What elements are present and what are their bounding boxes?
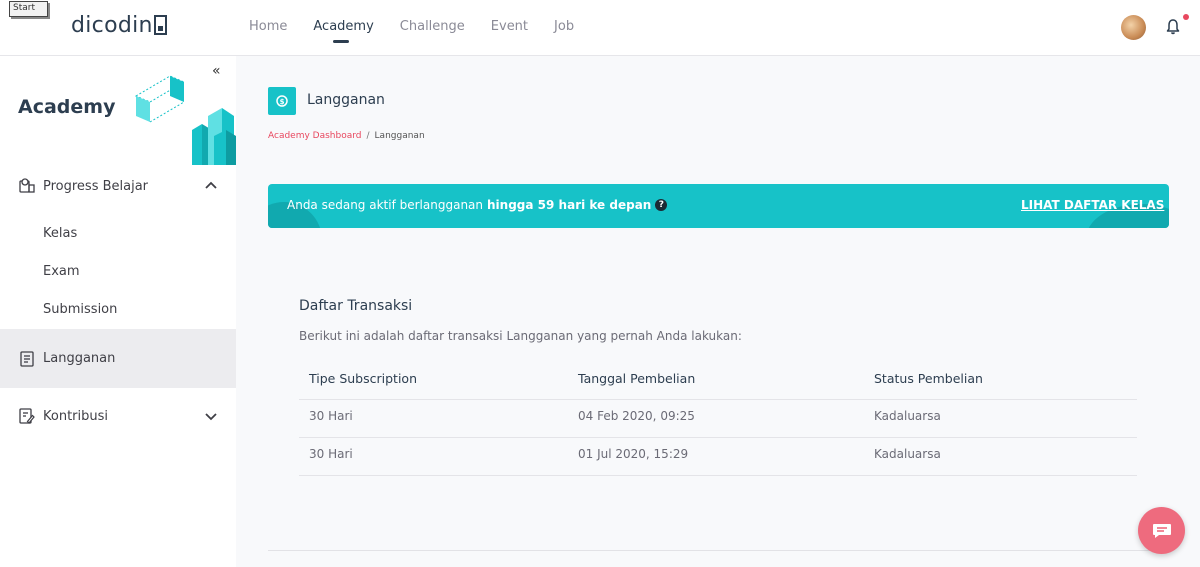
main-nav: Home Academy Challenge Event Job <box>249 0 600 56</box>
nav-challenge[interactable]: Challenge <box>400 0 465 56</box>
table-cell: 30 Hari <box>309 409 353 423</box>
main-content: $ Langganan Academy Dashboard / Langganan … <box>236 56 1200 567</box>
start-tag: Start <box>9 1 48 17</box>
transactions-description: Berikut ini adalah daftar transaksi Lang… <box>299 329 742 343</box>
transactions-table: Tipe Subscription Tanggal Pembelian Stat… <box>299 362 1137 476</box>
document-icon <box>20 350 34 367</box>
progress-icon <box>19 178 35 193</box>
table-cell: 04 Feb 2020, 09:25 <box>578 409 695 423</box>
banner-strong-text: hingga 59 hari ke depan <box>487 198 652 212</box>
chevron-down-icon[interactable] <box>203 408 219 424</box>
sidebar-item-label: Langganan <box>43 351 116 366</box>
breadcrumb-current: Langganan <box>374 131 425 141</box>
academy-illustration-icon <box>134 75 236 165</box>
breadcrumb-academy-dashboard[interactable]: Academy Dashboard <box>268 131 362 141</box>
column-header: Tipe Subscription <box>309 371 417 386</box>
nav-academy[interactable]: Academy <box>313 0 374 56</box>
table-cell: Kadaluarsa <box>874 409 941 423</box>
sidebar-subitem-exam[interactable]: Exam <box>43 264 80 279</box>
svg-text:$: $ <box>280 98 285 106</box>
breadcrumb: Academy Dashboard / Langganan <box>268 131 425 141</box>
bell-icon[interactable] <box>1163 17 1183 37</box>
view-class-list-link[interactable]: LIHAT DAFTAR KELAS <box>1021 198 1164 212</box>
chat-icon <box>1152 523 1171 538</box>
sidebar-item-label: Progress Belajar <box>43 178 149 194</box>
transactions-title: Daftar Transaksi <box>299 298 413 314</box>
user-avatar[interactable] <box>1121 15 1146 40</box>
sidebar-item-label: Kontribusi <box>43 408 108 424</box>
table-row: 30 Hari 04 Feb 2020, 09:25 Kadaluarsa <box>299 400 1137 438</box>
banner-message: Anda sedang aktif berlangganan hingga 59… <box>287 198 668 212</box>
sidebar: « Academy Progress Belajar Kelas Exam Su… <box>0 56 236 567</box>
top-header: dicodin Home Academy Challenge Event Job <box>0 0 1200 56</box>
contribution-icon <box>19 408 35 424</box>
divider <box>268 550 1169 551</box>
table-header-row: Tipe Subscription Tanggal Pembelian Stat… <box>299 362 1137 400</box>
subscription-banner: Anda sedang aktif berlangganan hingga 59… <box>268 184 1169 228</box>
table-cell: 30 Hari <box>309 447 353 461</box>
table-cell: Kadaluarsa <box>874 447 941 461</box>
table-cell: 01 Jul 2020, 15:29 <box>578 447 689 461</box>
column-header: Status Pembelian <box>874 371 983 386</box>
dicoding-logo[interactable]: dicodin <box>71 13 167 38</box>
table-row: 30 Hari 01 Jul 2020, 15:29 Kadaluarsa <box>299 438 1137 476</box>
nav-home[interactable]: Home <box>249 0 287 56</box>
sidebar-title: Academy <box>18 96 116 118</box>
subscription-icon: $ <box>268 87 296 115</box>
column-header: Tanggal Pembelian <box>578 371 696 386</box>
chevron-up-icon[interactable] <box>203 178 219 194</box>
help-icon[interactable]: ? <box>655 199 668 211</box>
sidebar-item-langganan[interactable]: Langganan <box>0 329 236 388</box>
page-title: Langganan <box>307 92 385 108</box>
sidebar-item-progress-belajar[interactable]: Progress Belajar <box>0 162 236 210</box>
nav-job[interactable]: Job <box>554 0 574 56</box>
sidebar-subitem-submission[interactable]: Submission <box>43 302 117 317</box>
breadcrumb-separator: / <box>366 131 370 141</box>
logo-glyph <box>153 15 167 35</box>
banner-text: Anda sedang aktif berlangganan <box>287 198 484 212</box>
chat-button[interactable] <box>1138 507 1185 554</box>
sidebar-item-kontribusi[interactable]: Kontribusi <box>0 392 236 440</box>
sidebar-subitem-kelas[interactable]: Kelas <box>43 226 77 241</box>
notification-dot <box>1183 14 1189 20</box>
nav-event[interactable]: Event <box>491 0 528 56</box>
